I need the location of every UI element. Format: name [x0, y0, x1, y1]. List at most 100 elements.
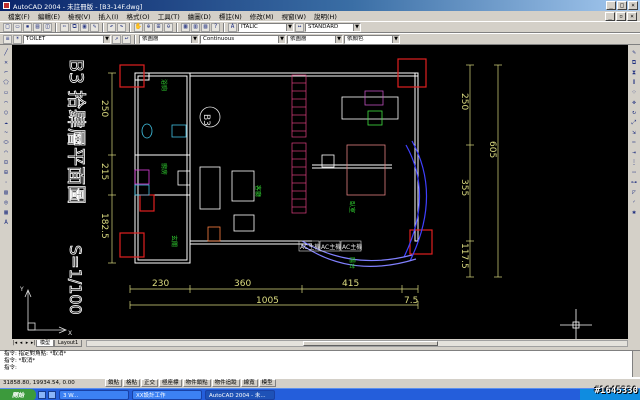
- menu-format[interactable]: 格式(O): [123, 11, 154, 21]
- new-file-icon[interactable]: □: [3, 22, 12, 32]
- properties-icon[interactable]: ▦: [181, 22, 190, 32]
- tool-palette-icon[interactable]: ▧: [201, 22, 210, 32]
- mirror-icon[interactable]: ⧗: [630, 68, 639, 77]
- scale-icon[interactable]: ⤢: [630, 118, 639, 127]
- text-style-select[interactable]: ITALIC ▼: [238, 22, 294, 32]
- dim-style-select[interactable]: STANDARD ▼: [305, 22, 361, 32]
- arc-icon[interactable]: ⌒: [2, 98, 11, 107]
- menu-help[interactable]: 說明(H): [310, 11, 341, 21]
- menu-dimension[interactable]: 標註(N): [215, 11, 246, 21]
- layer-select[interactable]: TOILET ▼: [23, 34, 111, 44]
- hatch-icon[interactable]: ▨: [2, 188, 11, 197]
- menu-insert[interactable]: 插入(I): [95, 11, 123, 21]
- open-folder-icon[interactable]: ▭: [13, 22, 22, 32]
- lineweight-select[interactable]: 依圖層 ▼: [287, 34, 343, 44]
- drawing-canvas[interactable]: B3 拾肆層平面圖 S=1/100 AC主機 AC主機 AC主機 浴廁 廚房 客…: [12, 45, 628, 339]
- mtext-icon[interactable]: A: [2, 218, 11, 227]
- spline-icon[interactable]: ~: [2, 128, 11, 137]
- help-icon[interactable]: ?: [211, 22, 220, 32]
- zoom-realtime-icon[interactable]: ⊕: [144, 22, 153, 32]
- dim-style-icon[interactable]: ↔: [295, 22, 304, 32]
- region-icon[interactable]: ◎: [2, 198, 11, 207]
- pan-icon[interactable]: ✋: [134, 22, 143, 32]
- close-button[interactable]: ×: [628, 1, 638, 10]
- rotate-icon[interactable]: ↻: [630, 108, 639, 117]
- construction-line-icon[interactable]: ✕: [2, 58, 11, 67]
- menu-modify[interactable]: 修改(M): [246, 11, 278, 21]
- chamfer-icon[interactable]: ◸: [630, 188, 639, 197]
- rectangle-icon[interactable]: ▭: [2, 88, 11, 97]
- join-icon[interactable]: ⊶: [630, 178, 639, 187]
- ellipse-arc-icon[interactable]: ◠: [2, 148, 11, 157]
- paste-icon[interactable]: ▣: [80, 22, 89, 32]
- table-icon[interactable]: ▦: [2, 208, 11, 217]
- menu-file[interactable]: 檔案(F): [4, 11, 34, 21]
- break-icon[interactable]: ⋯: [630, 168, 639, 177]
- trim-icon[interactable]: ✂: [630, 138, 639, 147]
- revision-cloud-icon[interactable]: ☁: [2, 118, 11, 127]
- polygon-icon[interactable]: ⬠: [2, 78, 11, 87]
- lineweight-toggle[interactable]: 線寬: [240, 379, 258, 387]
- extend-icon[interactable]: ⇥: [630, 148, 639, 157]
- start-button[interactable]: 開始: [0, 388, 36, 400]
- taskbar-item[interactable]: 3 W...: [59, 389, 129, 400]
- tab-layout1[interactable]: Layout1: [54, 340, 83, 347]
- array-icon[interactable]: ⁘: [630, 88, 639, 97]
- osnap-toggle[interactable]: 物件鎖點: [182, 379, 211, 387]
- menu-window[interactable]: 視窗(W): [277, 11, 310, 21]
- point-icon[interactable]: ·: [2, 178, 11, 187]
- scrollbar-thumb[interactable]: [303, 341, 439, 346]
- insert-block-icon[interactable]: ⊡: [2, 158, 11, 167]
- layer-state-icon[interactable]: ☀: [13, 34, 22, 44]
- model-toggle[interactable]: 模型: [258, 379, 276, 387]
- tab-model[interactable]: 模型: [36, 340, 55, 347]
- text-style-icon[interactable]: A: [228, 22, 237, 32]
- layer-manager-icon[interactable]: ≡: [3, 34, 12, 44]
- polyline-icon[interactable]: ⌐: [2, 68, 11, 77]
- doc-close-button[interactable]: ×: [627, 12, 637, 21]
- explode-icon[interactable]: ✱: [630, 208, 639, 217]
- command-window[interactable]: 指令: 指定對角點: *取消* 指令: *取消* 指令:: [0, 350, 640, 378]
- grid-toggle[interactable]: 格點: [123, 379, 141, 387]
- fillet-icon[interactable]: ◜: [630, 198, 639, 207]
- snap-toggle[interactable]: 鎖點: [105, 379, 123, 387]
- move-icon[interactable]: ✥: [630, 98, 639, 107]
- color-select[interactable]: 依圖層 ▼: [139, 34, 199, 44]
- taskbar-item-autocad[interactable]: AutoCAD 2004 - 未...: [205, 389, 275, 400]
- make-current-icon[interactable]: ↗: [112, 34, 121, 44]
- doc-minimize-button[interactable]: _: [605, 12, 615, 21]
- menu-draw[interactable]: 繪圖(D): [184, 11, 215, 21]
- taskbar-item[interactable]: XX設計工作: [132, 389, 202, 400]
- menu-tools[interactable]: 工具(T): [154, 11, 184, 21]
- redo-icon[interactable]: ↷: [117, 22, 126, 32]
- design-center-icon[interactable]: ▥: [191, 22, 200, 32]
- menu-view[interactable]: 檢視(V): [64, 11, 95, 21]
- horizontal-scrollbar[interactable]: [86, 340, 628, 347]
- minimize-button[interactable]: _: [606, 1, 616, 10]
- maximize-button[interactable]: □: [617, 1, 627, 10]
- otrack-toggle[interactable]: 物件追蹤: [211, 379, 240, 387]
- cut-icon[interactable]: ✂: [60, 22, 69, 32]
- ellipse-icon[interactable]: ⬭: [2, 138, 11, 147]
- line-icon[interactable]: ╱: [2, 48, 11, 57]
- undo-icon[interactable]: ↶: [107, 22, 116, 32]
- menu-edit[interactable]: 編輯(E): [34, 11, 64, 21]
- doc-restore-button[interactable]: ▫: [616, 12, 626, 21]
- erase-icon[interactable]: ✎: [630, 48, 639, 57]
- offset-icon[interactable]: ⫴: [630, 78, 639, 87]
- circle-icon[interactable]: ○: [2, 108, 11, 117]
- copy-object-icon[interactable]: ⧉: [630, 58, 639, 67]
- make-block-icon[interactable]: ⊞: [2, 168, 11, 177]
- preview-icon[interactable]: ◫: [43, 22, 52, 32]
- layer-previous-icon[interactable]: ↩: [122, 34, 131, 44]
- match-properties-icon[interactable]: ✎: [90, 22, 99, 32]
- save-icon[interactable]: ▪: [23, 22, 32, 32]
- command-scrollbar[interactable]: [632, 351, 640, 377]
- ortho-toggle[interactable]: 正交: [141, 379, 159, 387]
- copy-icon[interactable]: ⧉: [70, 22, 79, 32]
- zoom-window-icon[interactable]: ⊞: [154, 22, 163, 32]
- polar-toggle[interactable]: 極座標: [159, 379, 182, 387]
- plotstyle-select[interactable]: 依顏色 ▼: [344, 34, 400, 44]
- quicklaunch-icon[interactable]: [48, 390, 56, 399]
- command-prompt[interactable]: 指令:: [0, 365, 640, 372]
